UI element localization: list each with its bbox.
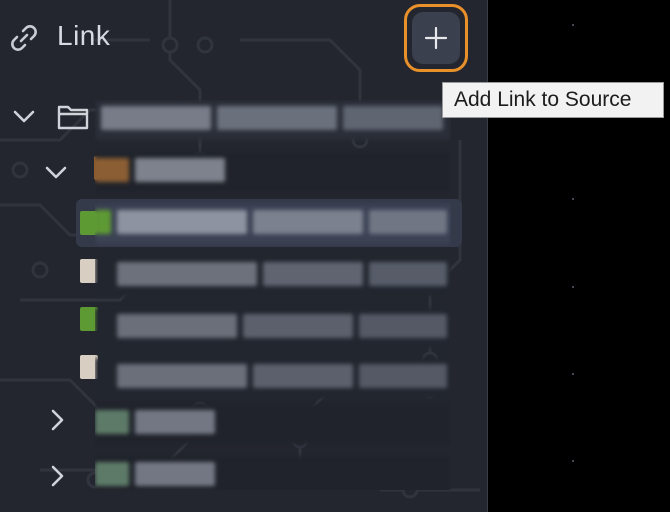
grid-dot [572,373,574,375]
grid-dot [572,286,574,288]
grid-dot [572,460,574,462]
panel-title: Link [57,20,111,51]
tree-row-placeholder[interactable] [95,308,451,348]
chevron-down-icon[interactable] [42,158,70,186]
link-icon [11,25,37,51]
editor-canvas[interactable] [488,0,670,512]
grid-dot [572,198,574,200]
chevron-right-icon[interactable] [43,462,71,490]
tree-row-placeholder[interactable] [95,256,451,296]
add-link-button[interactable] [404,4,468,72]
chevron-down-icon[interactable] [10,102,38,130]
folder-icon [57,105,89,130]
grid-dot [572,24,574,26]
link-panel: Link [0,0,487,512]
tree-row-placeholder[interactable] [95,358,451,398]
add-link-tooltip: Add Link to Source [442,82,664,118]
tree-row-placeholder[interactable] [95,100,451,140]
plus-icon [424,26,448,50]
tree-row-placeholder[interactable] [95,204,451,244]
tree-row-placeholder[interactable] [95,404,451,444]
chevron-right-icon[interactable] [43,406,71,434]
tree-row-placeholder[interactable] [95,152,451,192]
add-link-button-surface[interactable] [412,12,460,64]
tree-row-placeholder[interactable] [95,456,451,490]
blurred-tree-content [95,100,451,490]
